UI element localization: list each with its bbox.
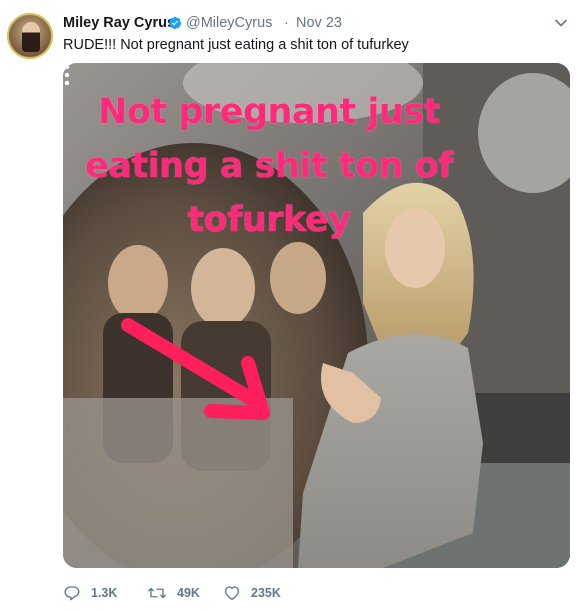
tweet-actions: 1.3K 49K 235K [63, 582, 582, 606]
avatar-figure [22, 22, 40, 52]
more-options-icon[interactable] [63, 63, 71, 87]
tweet-photo[interactable]: Not pregnant just eating a shit ton of t… [63, 63, 570, 568]
separator-dot: · [284, 15, 289, 31]
reply-button[interactable]: 1.3K [63, 582, 117, 604]
user-display-name[interactable]: Miley Ray Cyrus [63, 14, 175, 32]
tweet-text: RUDE!!! Not pregnant just eating a shit … [63, 37, 409, 53]
chevron-down-icon[interactable] [554, 16, 568, 30]
user-handle[interactable]: @MileyCyrus [186, 14, 272, 32]
overlay-line: tofurkey [187, 200, 351, 240]
overlay-line: Not pregnant just [98, 92, 440, 132]
overlay-line: eating a shit ton of [85, 146, 453, 186]
verified-badge-icon [168, 16, 182, 30]
tweet-date[interactable]: Nov 23 [296, 14, 342, 32]
tweet-header: Miley Ray Cyrus @MileyCyrus · Nov 23 [63, 14, 582, 34]
like-button[interactable]: 235K [223, 582, 281, 604]
heart-icon [224, 586, 240, 601]
like-count: 235K [251, 586, 281, 600]
reply-count: 1.3K [91, 586, 118, 600]
reply-icon [64, 586, 80, 601]
retweet-icon [148, 587, 166, 599]
avatar[interactable] [7, 13, 53, 59]
tweet-card: Miley Ray Cyrus @MileyCyrus · Nov 23 RUD… [0, 0, 582, 612]
retweet-count: 49K [177, 586, 200, 600]
photo-overlay-caption: Not pregnant just eating a shit ton of t… [69, 85, 469, 247]
retweet-button[interactable]: 49K [147, 582, 200, 604]
